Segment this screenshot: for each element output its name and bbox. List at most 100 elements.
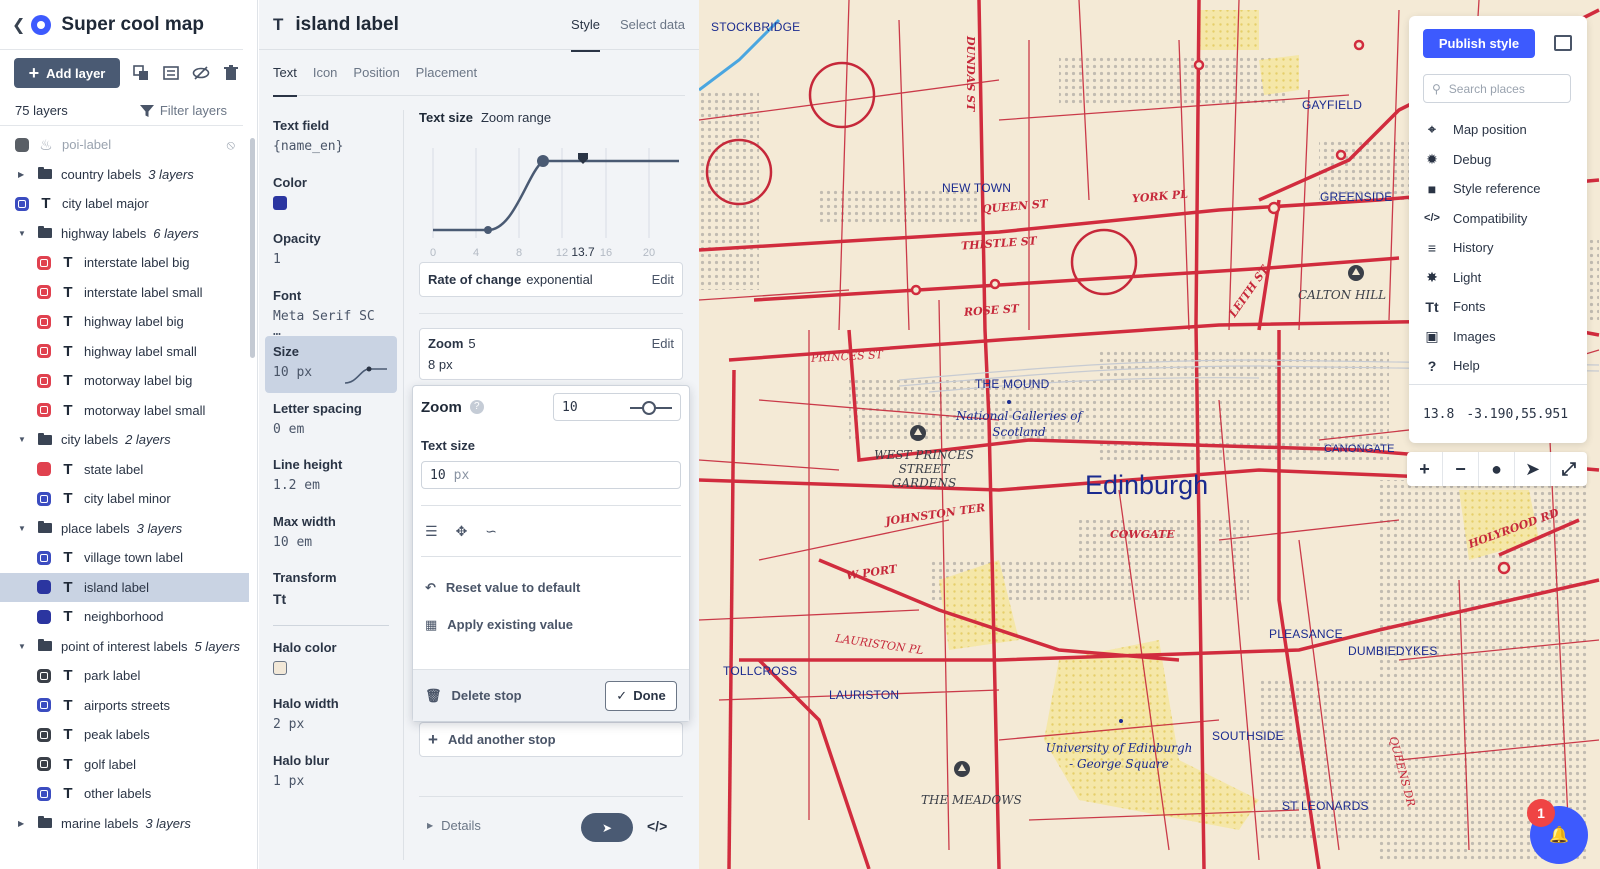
property-size[interactable]: Size 10 px (265, 336, 397, 393)
layer-row[interactable]: Tcity label minor (0, 484, 257, 514)
property-line-height[interactable]: Line height 1.2 em (265, 449, 397, 506)
zoom-input[interactable]: 10 (553, 393, 681, 421)
compass-icon[interactable]: ➤ (1515, 452, 1551, 486)
tab-select-data[interactable]: Select data (620, 0, 685, 50)
code-view-button[interactable]: </> (647, 818, 667, 834)
layer-row[interactable]: Tpeak labels (0, 720, 257, 750)
menu-item-fonts[interactable]: Tt Fonts (1423, 292, 1540, 322)
zoom-function-icon[interactable]: ∽ (485, 523, 497, 540)
menu-item-images[interactable]: ▣ Images (1423, 322, 1540, 352)
caret-down-icon[interactable]: ▼ (18, 642, 26, 651)
layer-row[interactable]: Tmotorway label small (0, 396, 257, 426)
layer-group-row[interactable]: ▶ country labels 3 layers (0, 160, 257, 190)
tab-icon[interactable]: Icon (313, 50, 338, 96)
property-max-width[interactable]: Max width 10 em (265, 506, 397, 563)
layer-name: city label minor (84, 491, 171, 507)
hide-layer-icon[interactable] (192, 64, 210, 82)
publish-style-button[interactable]: Publish style (1423, 29, 1535, 58)
layer-row[interactable]: Tinterstate label small (0, 278, 257, 308)
hidden-eye-icon[interactable]: ⦸ (227, 137, 235, 153)
menu-item-map-position[interactable]: ⌖ Map position (1423, 115, 1540, 145)
print-icon[interactable] (1554, 35, 1572, 51)
layer-group-row[interactable]: ▼ city labels 2 layers (0, 425, 257, 455)
text-size-input[interactable]: 10 px (421, 461, 681, 489)
property-font[interactable]: Font Meta Serif SC … (265, 280, 397, 339)
layer-row[interactable]: Tinterstate label big (0, 248, 257, 278)
caret-down-icon[interactable]: ▼ (18, 229, 26, 238)
property-halo-width[interactable]: Halo width 2 px (265, 688, 397, 745)
layer-group-row[interactable]: ▶ marine labels 3 layers (0, 809, 257, 839)
edit-rate-button[interactable]: Edit (652, 272, 674, 287)
fullscreen-icon[interactable]: ⤢ (1551, 452, 1587, 486)
property-letter-spacing[interactable]: Letter spacing 0 em (265, 393, 397, 450)
caret-down-icon[interactable]: ▼ (18, 435, 26, 444)
help-icon[interactable]: ? (469, 400, 484, 414)
layer-row[interactable]: Thighway label big (0, 307, 257, 337)
expression-icon[interactable]: ✥ (456, 523, 468, 540)
caret-down-icon[interactable]: ▼ (18, 524, 26, 533)
caret-right-icon[interactable]: ▶ (18, 819, 24, 828)
inspect-pointer-button[interactable]: ➤ (581, 813, 633, 842)
menu-item-debug[interactable]: ✹ Debug (1423, 145, 1540, 175)
caret-right-icon[interactable]: ▶ (18, 170, 24, 179)
delete-stop-button[interactable]: 🗑 Delete stop (425, 688, 522, 704)
tab-text[interactable]: Text (273, 50, 297, 97)
property-halo-blur[interactable]: Halo blur 1 px (265, 745, 397, 802)
menu-item-style-reference[interactable]: ■ Style reference (1423, 174, 1541, 204)
add-layer-button[interactable]: + Add layer (14, 58, 120, 88)
layer-group-row[interactable]: ▼ place labels 3 layers (0, 514, 257, 544)
menu-item-light[interactable]: ✸ Light (1423, 263, 1540, 293)
layer-row[interactable]: Tneighborhood (0, 602, 257, 632)
property-color[interactable]: Color (265, 167, 397, 224)
group-layers-icon[interactable] (162, 64, 180, 82)
lock-icon[interactable]: ● (1479, 452, 1515, 486)
property-transform[interactable]: Transform Tt (265, 562, 397, 619)
zoom-slider-handle[interactable] (642, 401, 656, 415)
data-driven-icon[interactable]: ☰ (425, 523, 438, 540)
layer-row[interactable]: Tairports streets (0, 691, 257, 721)
layer-row[interactable]: Tother labels (0, 779, 257, 809)
layer-row[interactable]: Tcity label major (0, 189, 257, 219)
back-chevron-icon[interactable]: ❮ (12, 15, 25, 35)
property-text-field[interactable]: Text field {name_en} (265, 110, 397, 167)
layer-group-row[interactable]: ▼ point of interest labels 5 layers (0, 632, 257, 662)
tab-position[interactable]: Position (353, 50, 399, 96)
layer-row[interactable]: Tisland label (0, 572, 249, 602)
color-swatch[interactable] (273, 195, 287, 210)
layer-list-scrollbar[interactable] (250, 138, 255, 358)
menu-item-history[interactable]: ≡ History (1423, 233, 1540, 263)
menu-item-help[interactable]: ? Help (1423, 351, 1540, 381)
tab-placement[interactable]: Placement (416, 50, 477, 96)
edit-stop-button[interactable]: Edit (652, 336, 674, 351)
layer-color-swatch (37, 314, 51, 329)
property-opacity[interactable]: Opacity 1 (265, 223, 397, 280)
layer-row[interactable]: Tpark label (0, 661, 257, 691)
layer-row[interactable]: Tgolf label (0, 750, 257, 780)
apply-existing-button[interactable]: ▦ Apply existing value (413, 606, 689, 643)
property-halo-color[interactable]: Halo color (265, 632, 397, 689)
zoom-out-icon[interactable]: − (1443, 452, 1479, 486)
layer-color-swatch (37, 550, 51, 565)
layer-row[interactable]: Tstate label (0, 455, 257, 485)
layer-group-row[interactable]: ▼ highway labels 6 layers (0, 219, 257, 249)
reset-value-button[interactable]: ↶ Reset value to default (413, 569, 689, 606)
done-button[interactable]: ✓ Done (605, 680, 677, 711)
layer-row[interactable]: Thighway label small (0, 337, 257, 367)
search-places-input[interactable]: ⚲ Search places (1423, 74, 1571, 103)
details-toggle[interactable]: ▶ Details (427, 818, 481, 833)
tab-style[interactable]: Style (571, 0, 600, 52)
zoom-stop-popover: Zoom ? 10 Text size 10 px ☰ ✥ ∽ ↶ Reset … (412, 385, 690, 722)
layer-row[interactable]: Tvillage town label (0, 543, 257, 573)
layer-row[interactable]: Tmotorway label big (0, 366, 257, 396)
delete-layer-icon[interactable] (222, 64, 240, 82)
filter-layers-button[interactable]: Filter layers (139, 103, 227, 118)
duplicate-layer-icon[interactable] (132, 64, 150, 82)
zoom-in-icon[interactable]: + (1407, 452, 1443, 486)
layer-row[interactable]: ♨ poi-label ⦸ (0, 130, 257, 160)
color-swatch[interactable] (273, 660, 287, 675)
map-label-poi: THE MEADOWS (921, 793, 1022, 807)
zoom-stop-card[interactable]: Zoom 5 Edit 8 px (419, 328, 683, 380)
zoom-curve-chart[interactable]: 0 4 8 12 13.7 16 20 (419, 134, 683, 264)
menu-item-compatibility[interactable]: </> Compatibility (1423, 204, 1540, 234)
add-stop-button[interactable]: + Add another stop (419, 722, 683, 757)
